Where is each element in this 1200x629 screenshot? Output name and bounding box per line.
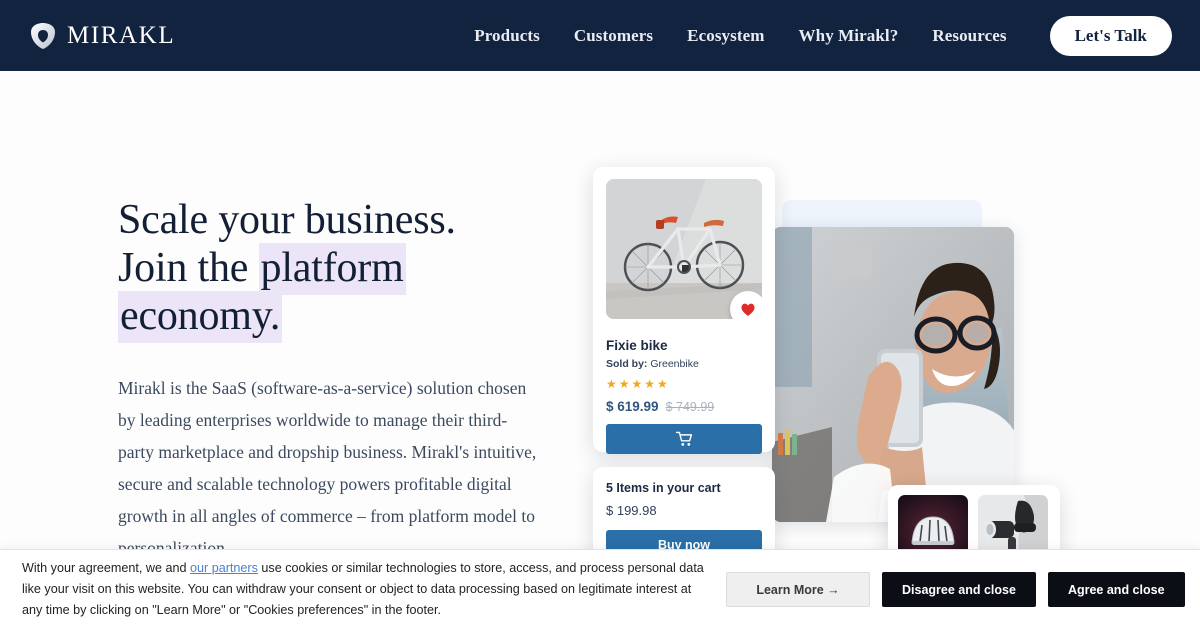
product-image [606, 179, 762, 319]
seller-label: Sold by: [606, 358, 648, 370]
headline-highlight-platform: platform [258, 243, 406, 295]
price-current: $ 619.99 [606, 399, 659, 414]
nav-item-why-mirakl[interactable]: Why Mirakl? [782, 26, 916, 46]
brand-name: MIRAKL [67, 21, 176, 49]
nav-item-products[interactable]: Products [457, 26, 557, 46]
seller-name: Greenbike [650, 358, 699, 370]
hero-visual-composition: Fixie bike Sold by: Greenbike ★★★★★ $ 61… [560, 130, 1200, 587]
learn-more-button[interactable]: Learn More → [726, 572, 870, 607]
product-title: Fixie bike [606, 338, 668, 353]
nav-item-ecosystem[interactable]: Ecosystem [670, 26, 781, 46]
brand-logo[interactable]: MIRAKL [30, 22, 175, 50]
main-navigation: Products Customers Ecosystem Why Mirakl?… [457, 15, 1200, 56]
our-partners-link[interactable]: our partners [190, 561, 258, 575]
heart-icon [741, 303, 755, 316]
hero-copy-block: Scale your business. Join the platform e… [118, 196, 538, 564]
headline-line-2: Join the platform [118, 243, 538, 295]
add-to-cart-button[interactable] [606, 424, 762, 454]
product-rating: ★★★★★ [606, 377, 670, 391]
hero-description: Mirakl is the SaaS (software-as-a-servic… [118, 378, 537, 558]
product-seller: Sold by: Greenbike [606, 358, 762, 370]
price-original: $ 749.99 [665, 400, 715, 414]
headline-highlight-economy: economy. [118, 291, 283, 343]
headline-line-1: Scale your business. [118, 197, 456, 243]
site-header: MIRAKL Products Customers Ecosystem Why … [0, 0, 1200, 71]
disagree-and-close-button[interactable]: Disagree and close [882, 572, 1036, 607]
page-title: Scale your business. Join the platform e… [118, 196, 538, 343]
headline-plain: Join the [118, 245, 259, 291]
lets-talk-button[interactable]: Let's Talk [1049, 15, 1172, 56]
woman-with-phone-illustration [772, 227, 1014, 522]
shopping-cart-icon [675, 431, 692, 446]
cart-total-price: $ 199.98 [606, 503, 657, 518]
headline-line-3: economy. [118, 291, 538, 343]
cart-item-count: 5 Items in your cart [606, 481, 721, 495]
nav-item-customers[interactable]: Customers [557, 26, 670, 46]
page-root: MIRAKL Products Customers Ecosystem Why … [0, 0, 1200, 629]
cookie-text-before: With your agreement, we and [22, 561, 190, 575]
shield-icon [31, 22, 55, 49]
product-card[interactable]: Fixie bike Sold by: Greenbike ★★★★★ $ 61… [593, 167, 775, 454]
product-pricing: $ 619.99 $ 749.99 [606, 399, 762, 414]
agree-and-close-button[interactable]: Agree and close [1047, 572, 1185, 607]
nav-item-resources[interactable]: Resources [915, 26, 1023, 46]
cookie-consent-text: With your agreement, we and our partners… [22, 558, 712, 621]
cookie-consent-banner: With your agreement, we and our partners… [0, 549, 1200, 629]
favorite-button[interactable] [730, 291, 762, 319]
cookie-actions: Learn More → Disagree and close Agree an… [726, 572, 1185, 607]
hero-photo [772, 227, 1014, 522]
